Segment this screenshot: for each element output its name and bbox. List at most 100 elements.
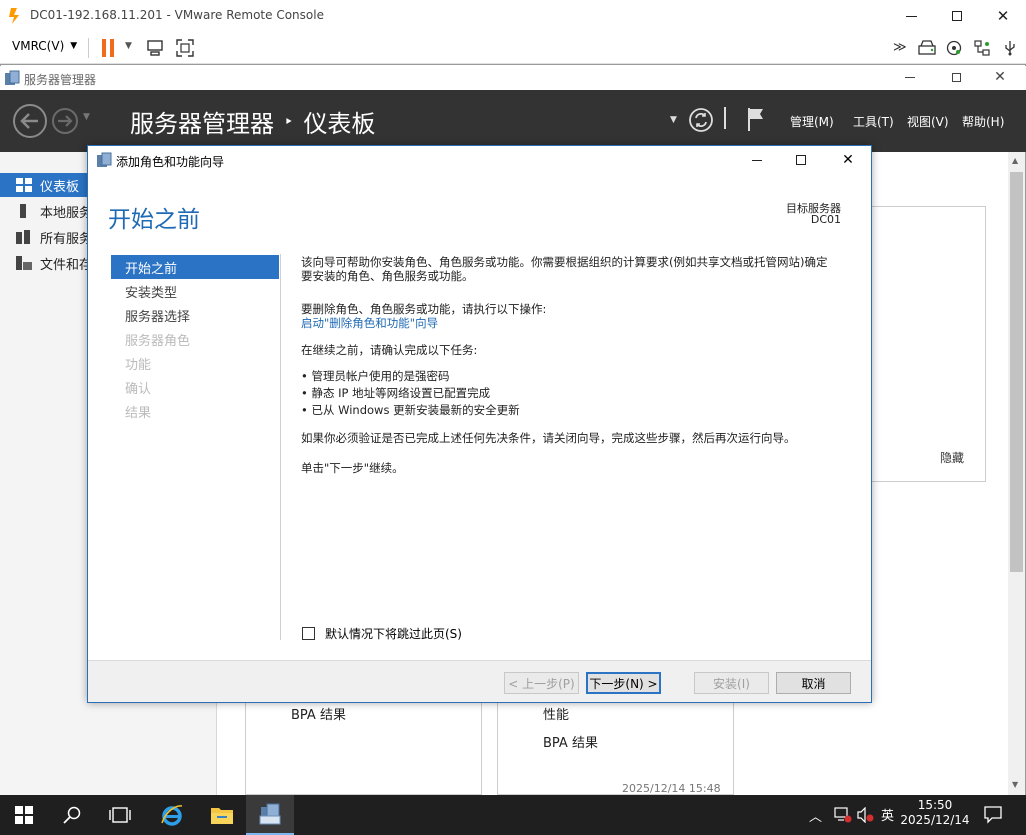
dashboard-icon bbox=[16, 178, 32, 192]
server-manager-icon bbox=[259, 803, 281, 825]
forward-arrow-icon[interactable] bbox=[51, 107, 79, 135]
scroll-up-icon[interactable]: ▲ bbox=[1012, 156, 1018, 165]
double-chevron-right-icon[interactable]: ≫ bbox=[893, 40, 907, 55]
vmware-logo-icon bbox=[9, 8, 19, 24]
tile-timestamp: 2025/12/14 15:48 bbox=[622, 782, 721, 795]
continue-text: 单击"下一步"继续。 bbox=[301, 461, 404, 475]
windows-logo-icon bbox=[15, 806, 33, 824]
taskbar: ︿ 英 15:50 2025/12/14 bbox=[0, 795, 1026, 835]
sidebar-item-label: 仪表板 bbox=[40, 179, 80, 195]
chevron-down-icon[interactable]: ▼ bbox=[83, 112, 90, 122]
menu-help[interactable]: 帮助(H) bbox=[962, 113, 1004, 130]
maximize-button[interactable] bbox=[934, 0, 980, 32]
remove-roles-link[interactable]: 启动"删除角色和功能"向导 bbox=[301, 315, 438, 331]
previous-button[interactable]: < 上一步(P) bbox=[504, 672, 579, 694]
task-text: 已从 Windows 更新安装最新的安全更新 bbox=[311, 403, 520, 417]
next-button[interactable]: 下一步(N) > bbox=[586, 672, 661, 694]
step-server-selection[interactable]: 服务器选择 bbox=[111, 303, 279, 327]
menu-tools[interactable]: 工具(T) bbox=[853, 113, 894, 130]
prerequisite-text: 如果你必须验证是否已完成上述任何先决条件，请关闭向导，完成这些步骤，然后再次运行… bbox=[301, 431, 796, 445]
confirm-label: 在继续之前，请确认完成以下任务: bbox=[301, 343, 478, 357]
add-roles-wizard-dialog: 添加角色和功能向导 ✕ 开始之前 目标服务器 DC01 开始之前 安装类型 服务… bbox=[87, 145, 872, 703]
local-server-icon bbox=[20, 204, 26, 218]
sm-restore-button[interactable] bbox=[938, 66, 974, 88]
step-results: 结果 bbox=[111, 399, 279, 423]
checkbox-box[interactable] bbox=[302, 627, 315, 640]
breadcrumb: 服务器管理器 ‣ 仪表板 bbox=[130, 104, 375, 139]
menu-view[interactable]: 视图(V) bbox=[907, 113, 949, 130]
breadcrumb-app: 服务器管理器 bbox=[130, 110, 274, 138]
back-arrow-icon[interactable] bbox=[12, 103, 48, 139]
step-installation-type[interactable]: 安装类型 bbox=[111, 279, 279, 303]
wizard-title-bar: 添加角色和功能向导 ✕ bbox=[88, 146, 871, 174]
role-tile-left: BPA 结果 bbox=[245, 702, 482, 795]
step-features: 功能 bbox=[111, 351, 279, 375]
vmrc-title-bar: DC01-192.168.11.201 - VMware Remote Cons… bbox=[0, 0, 1026, 32]
cancel-button[interactable]: 取消 bbox=[776, 672, 851, 694]
server-manager-taskbar-button[interactable] bbox=[246, 795, 294, 835]
performance-label[interactable]: 性能 bbox=[543, 704, 569, 723]
bpa-results-label[interactable]: BPA 结果 bbox=[543, 732, 598, 751]
chevron-down-icon: ▼ bbox=[70, 41, 78, 51]
menu-manage[interactable]: 管理(M) bbox=[790, 113, 834, 130]
clock-time: 15:50 bbox=[917, 798, 953, 812]
hard-disk-icon[interactable] bbox=[918, 40, 936, 56]
skip-page-checkbox[interactable]: 默认情况下将跳过此页(S) bbox=[302, 625, 462, 642]
cd-drive-icon[interactable] bbox=[946, 40, 962, 56]
step-before-you-begin[interactable]: 开始之前 bbox=[111, 255, 279, 279]
all-servers-icon bbox=[16, 230, 30, 244]
usb-icon[interactable] bbox=[1002, 40, 1018, 56]
minimize-button[interactable] bbox=[888, 0, 934, 32]
ime-indicator[interactable]: 英 bbox=[881, 805, 894, 824]
vmrc-window-title: DC01-192.168.11.201 - VMware Remote Cons… bbox=[30, 8, 324, 22]
sm-close-button[interactable]: ✕ bbox=[982, 66, 1018, 88]
server-manager-title-bar: 服务器管理器 ✕ bbox=[0, 66, 1026, 90]
network-adapter-icon[interactable] bbox=[974, 40, 990, 56]
start-button[interactable] bbox=[0, 795, 48, 835]
chevron-down-icon[interactable]: ▼ bbox=[670, 115, 677, 125]
task-item: • 静态 IP 地址等网络设置已配置完成 bbox=[301, 386, 491, 400]
scroll-down-icon[interactable]: ▼ bbox=[1012, 780, 1018, 789]
task-text: 管理员帐户使用的是强密码 bbox=[311, 369, 450, 383]
notifications-icon[interactable] bbox=[984, 806, 1002, 824]
toolbar-divider bbox=[88, 38, 89, 58]
task-view-button[interactable] bbox=[96, 795, 144, 835]
step-confirmation: 确认 bbox=[111, 375, 279, 399]
file-explorer-icon bbox=[211, 808, 233, 824]
wizard-maximize-button[interactable] bbox=[786, 150, 816, 170]
pause-button[interactable] bbox=[102, 39, 116, 57]
sm-minimize-button[interactable] bbox=[892, 66, 928, 88]
chevron-down-icon[interactable]: ▼ bbox=[125, 41, 132, 51]
fullscreen-icon[interactable] bbox=[176, 39, 194, 57]
scroll-thumb[interactable] bbox=[1010, 172, 1023, 572]
intro-line-2: 要安装的角色、角色服务或功能。 bbox=[301, 269, 474, 283]
step-label: 功能 bbox=[125, 357, 152, 373]
wizard-minimize-button[interactable] bbox=[742, 150, 772, 170]
clock[interactable]: 15:50 2025/12/14 bbox=[899, 797, 971, 833]
vertical-scrollbar[interactable]: ▲ ▼ bbox=[1008, 152, 1025, 795]
role-tile-right: 性能 BPA 结果 2025/12/14 15:48 bbox=[497, 702, 734, 795]
show-hidden-icons-icon[interactable]: ︿ bbox=[809, 806, 822, 825]
notification-flag-icon[interactable] bbox=[746, 106, 766, 132]
wizard-icon bbox=[97, 152, 112, 167]
speaker-muted-icon[interactable] bbox=[856, 807, 874, 823]
clock-date: 2025/12/14 bbox=[900, 813, 970, 827]
action-center-flag-icon[interactable] bbox=[834, 807, 852, 823]
server-manager-icon bbox=[5, 70, 20, 85]
welcome-panel: 隐藏 bbox=[872, 206, 986, 482]
hide-link[interactable]: 隐藏 bbox=[940, 449, 964, 466]
server-manager-window-title: 服务器管理器 bbox=[24, 73, 97, 87]
send-ctrl-alt-del-icon[interactable] bbox=[146, 39, 164, 57]
vmrc-menu-button[interactable]: VMRC(V) ▼ bbox=[12, 39, 77, 53]
close-button[interactable]: ✕ bbox=[980, 0, 1026, 32]
bpa-results-label[interactable]: BPA 结果 bbox=[291, 704, 346, 723]
install-button[interactable]: 安装(I) bbox=[694, 672, 769, 694]
search-icon bbox=[63, 806, 81, 824]
internet-explorer-button[interactable] bbox=[148, 795, 196, 835]
wizard-heading: 开始之前 bbox=[108, 207, 200, 233]
file-explorer-button[interactable] bbox=[198, 795, 246, 835]
search-button[interactable] bbox=[48, 795, 96, 835]
refresh-icon[interactable] bbox=[688, 107, 714, 133]
wizard-close-button[interactable]: ✕ bbox=[833, 150, 863, 170]
vmrc-menu-label: VMRC(V) bbox=[12, 39, 65, 53]
